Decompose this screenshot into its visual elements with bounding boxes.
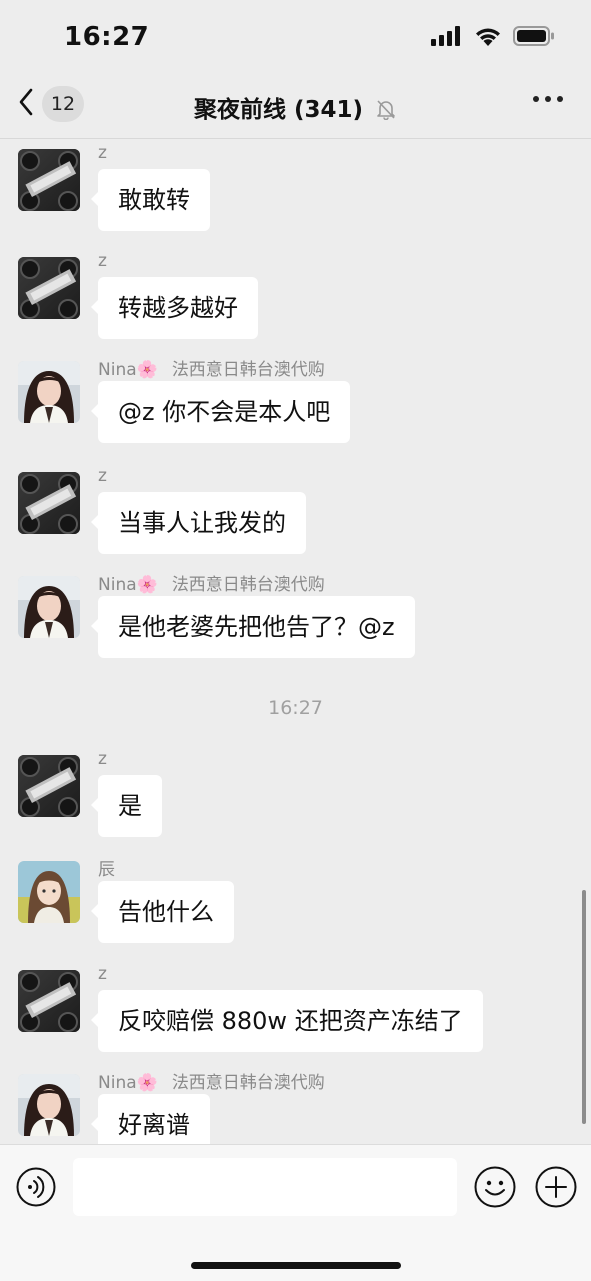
- avatar[interactable]: [18, 970, 80, 1032]
- cellular-signal-icon: [431, 26, 463, 50]
- message-bubble[interactable]: 是他老婆先把他告了？@z: [91, 596, 415, 658]
- sender-name: Nina🌸: [98, 360, 158, 380]
- avatar[interactable]: [18, 861, 80, 923]
- sender-name: Nina🌸: [98, 575, 158, 595]
- sender-name: z: [98, 251, 107, 271]
- sender-line: Nina🌸 法西意日韩台澳代购: [98, 355, 325, 380]
- wifi-icon: [475, 26, 501, 50]
- sender-name: z: [98, 964, 107, 984]
- message-bubble[interactable]: 是: [91, 775, 162, 837]
- message-bubble[interactable]: 告他什么: [91, 881, 234, 943]
- message-input-bar: [0, 1144, 591, 1281]
- message-bubble[interactable]: 敢敢转: [91, 169, 210, 231]
- message-bubble[interactable]: 好离谱: [91, 1094, 210, 1144]
- sender-name: z: [98, 143, 107, 163]
- home-indicator[interactable]: [191, 1262, 401, 1269]
- sender-line: Nina🌸 法西意日韩台澳代购: [98, 570, 325, 595]
- status-time: 16:27: [64, 22, 150, 52]
- avatar[interactable]: [18, 257, 80, 319]
- timestamp-divider: 16:27: [268, 697, 323, 719]
- avatar[interactable]: [18, 755, 80, 817]
- sender-name: z: [98, 466, 107, 486]
- emoji-icon[interactable]: [474, 1166, 516, 1212]
- chat-title-container: 聚夜前线 (341): [0, 90, 591, 126]
- sender-group-tag: 法西意日韩台澳代购: [171, 575, 325, 595]
- avatar[interactable]: [18, 576, 80, 638]
- message-bubble[interactable]: 反咬赔偿 880w 还把资产冻结了: [91, 990, 483, 1052]
- avatar[interactable]: [18, 361, 80, 423]
- message-bubble[interactable]: 转越多越好: [91, 277, 258, 339]
- sender-name: z: [98, 749, 107, 769]
- message-text-input[interactable]: [73, 1158, 457, 1216]
- scrollbar[interactable]: [582, 890, 586, 1124]
- battery-icon: [513, 26, 555, 50]
- bell-slash-icon: [375, 98, 397, 126]
- sender-name: Nina🌸: [98, 1073, 158, 1093]
- sender-group-tag: 法西意日韩台澳代购: [171, 1073, 325, 1093]
- more-dots-icon[interactable]: [533, 96, 563, 102]
- status-bar: 16:27: [0, 0, 591, 76]
- message-bubble[interactable]: 当事人让我发的: [91, 492, 306, 554]
- sender-name: 辰: [98, 860, 115, 880]
- plus-circle-icon[interactable]: [535, 1166, 577, 1212]
- sender-line: Nina🌸 法西意日韩台澳代购: [98, 1068, 325, 1093]
- avatar[interactable]: [18, 472, 80, 534]
- avatar[interactable]: [18, 149, 80, 211]
- status-icons: [431, 26, 555, 50]
- chat-title: 聚夜前线 (341): [193, 97, 364, 123]
- voice-icon[interactable]: [16, 1167, 56, 1211]
- avatar[interactable]: [18, 1074, 80, 1136]
- message-bubble[interactable]: @z 你不会是本人吧: [90, 381, 351, 443]
- chat-header: 12 聚夜前线 (341): [0, 76, 591, 139]
- sender-group-tag: 法西意日韩台澳代购: [171, 360, 325, 380]
- chat-message-list[interactable]: z 敢敢转 z 转越多越好 Nina🌸 法西意日韩台澳代购 @z 你不会是本人吧 …: [0, 139, 591, 1144]
